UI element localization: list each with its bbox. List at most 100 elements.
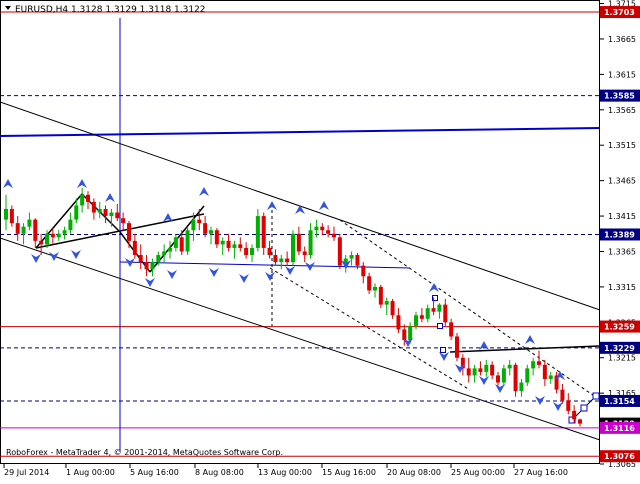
candle-body	[27, 219, 32, 227]
price-level-label: 1.3585	[604, 92, 635, 101]
candle-body	[209, 230, 213, 234]
candle-body	[285, 258, 290, 263]
candle-body	[496, 375, 500, 383]
candle-body	[531, 361, 536, 369]
price-chart[interactable]: 1.37151.36651.36151.35651.35151.34651.34…	[0, 0, 640, 480]
candle-body	[302, 251, 307, 256]
price-level-label: 1.3229	[604, 344, 635, 353]
candle-body	[314, 226, 319, 231]
candle-body	[220, 240, 225, 245]
candle-body	[437, 304, 442, 312]
candle-body	[308, 230, 313, 256]
candle-body	[9, 208, 14, 224]
candle-body	[86, 194, 90, 202]
candle-body	[572, 410, 577, 420]
candle-body	[144, 262, 149, 270]
price-level-label: 1.3076	[604, 452, 635, 461]
candle-body	[560, 389, 565, 401]
y-tick-label: 1.3365	[608, 247, 636, 256]
candle-body	[179, 237, 184, 252]
candle-body	[168, 247, 172, 252]
candle-body	[390, 301, 395, 316]
candle-body	[267, 247, 272, 256]
candle-body	[197, 219, 202, 224]
candle-body	[33, 219, 38, 241]
price-level-label: 1.3389	[604, 230, 635, 239]
candle-body	[425, 308, 430, 319]
wave-point[interactable]	[440, 347, 446, 353]
candle-body	[449, 322, 454, 337]
candle-body	[173, 237, 178, 248]
candle-body	[466, 368, 471, 376]
x-tick-label: 20 Aug 08:00	[387, 468, 441, 477]
candle-body	[132, 240, 137, 256]
candle-body	[490, 364, 495, 376]
candle-body	[121, 218, 126, 224]
candle-body	[367, 276, 372, 291]
candle-body	[537, 361, 541, 365]
candle-body	[226, 240, 231, 248]
chart-window[interactable]: 1.3715 1.3665 1.3615 1.3565 1.3515 1.3465 1.34…	[0, 0, 640, 480]
forecast-point[interactable]	[580, 404, 588, 412]
candle-body	[349, 255, 354, 259]
candle-body	[431, 308, 436, 312]
candle-body	[109, 212, 114, 217]
price-level-label: 1.3259	[604, 323, 635, 332]
forecast-point[interactable]	[592, 392, 600, 400]
candle-body	[127, 223, 131, 241]
y-tick-label: 1.3615	[608, 70, 636, 79]
candle-body	[373, 286, 377, 291]
candle-body	[384, 301, 389, 305]
price-level-label: 1.3703	[604, 8, 635, 17]
candle-body	[185, 230, 190, 252]
candle-body	[414, 315, 418, 326]
x-tick-label: 13 Aug 00:00	[258, 468, 312, 477]
candle-body	[238, 244, 243, 248]
candle-body	[548, 375, 553, 379]
candle-body	[519, 382, 524, 392]
price-level-label: 1.3154	[604, 397, 635, 406]
candle-body	[21, 226, 26, 234]
candle-body	[156, 255, 161, 263]
candle-body	[296, 233, 301, 252]
y-tick-label: 1.3465	[608, 177, 636, 186]
candle-body	[261, 216, 266, 248]
candle-body	[402, 329, 407, 341]
candle-body	[250, 247, 254, 256]
candle-body	[103, 208, 108, 217]
x-tick-label: 27 Aug 16:00	[514, 468, 568, 477]
wave-point[interactable]	[437, 323, 443, 329]
candle-body	[578, 419, 582, 424]
candle-body	[566, 400, 571, 411]
plot-area	[0, 0, 600, 464]
candle-body	[91, 201, 96, 213]
candle-body	[396, 315, 401, 330]
candle-body	[162, 251, 167, 256]
candle-body	[255, 216, 260, 248]
candle-body	[542, 364, 547, 379]
candle-body	[507, 364, 512, 369]
candle-body	[484, 364, 489, 372]
candle-body	[408, 325, 413, 341]
candle-body	[56, 233, 61, 238]
candle-body	[273, 255, 278, 263]
candle-body	[74, 205, 79, 220]
candle-body	[443, 304, 448, 323]
x-tick-label: 29 Jul 2014	[4, 468, 49, 477]
y-tick-label: 1.3665	[608, 35, 636, 44]
x-tick-label: 15 Aug 16:00	[322, 468, 376, 477]
candle-body	[355, 255, 360, 266]
candle-body	[62, 230, 67, 234]
candle-body	[320, 226, 325, 231]
candle-body	[150, 262, 155, 270]
candle-body	[191, 219, 196, 231]
candle-body	[115, 212, 120, 219]
candle-body	[513, 364, 518, 392]
candle-body	[291, 233, 295, 263]
candle-body	[214, 230, 219, 245]
candle-body	[455, 336, 459, 358]
candle-body	[419, 315, 424, 319]
candle-body	[15, 223, 20, 234]
x-tick-label: 1 Aug 00:00	[66, 468, 115, 477]
symbol-header: EURUSD,H4 1.3128 1.3129 1.3118 1.3122	[15, 5, 206, 15]
